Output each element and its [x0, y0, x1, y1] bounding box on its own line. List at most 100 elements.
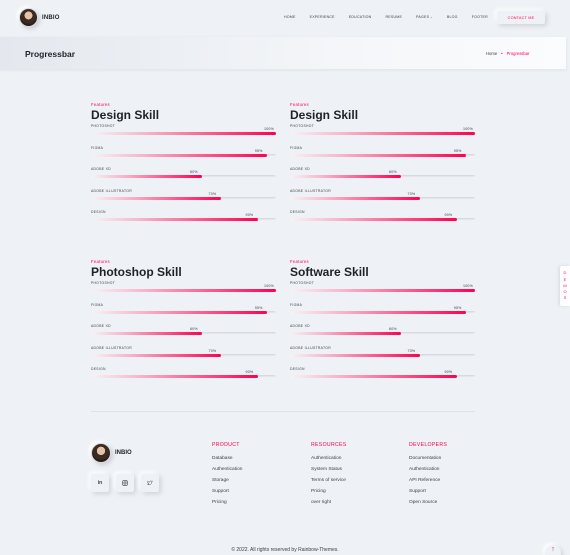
nav-blog[interactable]: BLOG	[447, 15, 458, 19]
footer-link[interactable]: Terms of service	[311, 478, 347, 489]
footer-link[interactable]: Authentication	[311, 456, 347, 467]
back-to-top-button[interactable]: ↑	[545, 545, 561, 555]
progress-track	[290, 375, 475, 379]
footer-col-title: RESOURCES	[311, 442, 347, 448]
breadcrumb-banner: Progressbar Home • Progressbar	[0, 37, 566, 69]
linkedin-icon[interactable]: in	[91, 474, 109, 492]
footer-col-product: PRODUCT Database Authentication Storage …	[212, 442, 242, 511]
demos-tab-letter: S	[563, 295, 567, 301]
skill-percent: 95%	[254, 148, 263, 153]
skill-row: ADOBE ILLUSTRATOR 70%	[91, 344, 276, 366]
progress-fill	[91, 289, 276, 292]
breadcrumb-home[interactable]: Home	[486, 51, 497, 56]
arrow-up-icon: ↑	[551, 546, 555, 553]
skill-row: ADOBE XD 60%	[91, 322, 276, 344]
footer-link[interactable]: over right	[311, 500, 347, 511]
footer-logo[interactable]: INBIO	[91, 443, 132, 463]
block-subtitle: Features	[91, 102, 110, 107]
block-title: Software Skill	[290, 265, 369, 279]
skill-row: ADOBE XD 60%	[290, 165, 475, 187]
skill-percent: 60%	[190, 327, 198, 332]
skill-label: ADOBE XD	[91, 167, 111, 172]
nav-resume[interactable]: RESUME	[385, 15, 402, 19]
avatar	[91, 443, 111, 463]
progress-fill	[290, 375, 457, 379]
skill-label: FIGMA	[290, 302, 303, 307]
skill-row: ADOBE ILLUSTRATOR 70%	[290, 344, 475, 366]
skill-percent: 90%	[444, 370, 453, 375]
skill-row: DESIGN 90%	[91, 365, 276, 387]
skill-percent: 100%	[463, 127, 473, 131]
skill-percent: 60%	[389, 327, 397, 332]
nav-pages[interactable]: PAGES⌄	[416, 15, 433, 19]
progress-track	[91, 353, 276, 357]
skill-percent: 95%	[453, 148, 462, 153]
skill-block: Features Design Skill PHOTOSHOT 100% FIGMA 95…	[290, 102, 475, 230]
contact-me-button[interactable]: CONTACT ME	[497, 11, 545, 24]
progress-track	[290, 175, 475, 179]
site-logo[interactable]: INBIO	[19, 8, 60, 27]
skill-block: Features Photoshop Skill PHOTOSHOT 100% FIGM…	[91, 259, 276, 387]
progress-fill	[91, 332, 202, 336]
skill-row: PHOTOSHOT 100%	[290, 279, 475, 301]
logo-text: INBIO	[42, 14, 60, 21]
progress-track	[91, 289, 276, 292]
skill-percent: 70%	[407, 348, 416, 353]
footer-link[interactable]: Storage	[212, 478, 242, 489]
nav-home[interactable]: HOME	[284, 15, 296, 19]
skill-percent: 70%	[407, 191, 416, 196]
progress-fill	[290, 353, 420, 357]
skill-label: ADOBE ILLUSTRATOR	[290, 188, 331, 193]
skill-row: FIGMA 95%	[290, 144, 475, 166]
page-title: Progressbar	[25, 49, 76, 59]
skill-label: FIGMA	[290, 145, 303, 150]
footer-link[interactable]: Authentication	[409, 467, 447, 478]
progress-track	[91, 310, 276, 314]
footer-link[interactable]: Pricing	[311, 489, 347, 500]
progress-track	[91, 132, 276, 135]
skill-label: ADOBE ILLUSTRATOR	[91, 188, 132, 193]
skill-row: DESIGN 90%	[290, 365, 475, 387]
footer-link[interactable]: Support	[212, 489, 242, 500]
progress-track	[290, 353, 475, 357]
progress-fill	[91, 132, 276, 135]
footer-link[interactable]: Open Source	[409, 500, 447, 511]
progress-track	[290, 132, 475, 135]
skill-percent: 100%	[264, 284, 274, 288]
progress-fill	[91, 153, 267, 157]
progress-track	[91, 375, 276, 379]
footer-link[interactable]: System Status	[311, 467, 347, 478]
footer-link[interactable]: Authentication	[212, 467, 242, 478]
footer-logo-text: INBIO	[115, 450, 132, 456]
instagram-icon[interactable]	[116, 474, 134, 492]
skill-label: DESIGN	[290, 210, 305, 215]
footer-link[interactable]: Documentation	[409, 456, 447, 467]
skill-label: FIGMA	[91, 145, 104, 150]
skill-row: ADOBE ILLUSTRATOR 70%	[91, 187, 276, 209]
skill-label: ADOBE XD	[91, 324, 111, 329]
nav-footer[interactable]: FOOTER	[472, 15, 488, 19]
skill-percent: 100%	[264, 127, 274, 131]
skill-row: ADOBE XD 60%	[91, 165, 276, 187]
chevron-down-icon: ⌄	[430, 15, 433, 19]
skill-row: FIGMA 95%	[91, 301, 276, 323]
skill-percent: 60%	[190, 170, 198, 175]
block-subtitle: Features	[91, 259, 110, 264]
skill-percent: 90%	[444, 213, 453, 218]
breadcrumb: Home • Progressbar	[486, 51, 529, 56]
progress-fill	[290, 289, 475, 292]
footer-link[interactable]: API Reference	[409, 478, 447, 489]
nav-education[interactable]: EDUCATION	[349, 15, 372, 19]
skill-block: Features Design Skill PHOTOSHOT 100% FIGMA 95…	[91, 102, 276, 230]
skill-percent: 95%	[453, 305, 462, 310]
progress-track	[91, 153, 276, 157]
skill-label: DESIGN	[91, 210, 106, 215]
footer-link[interactable]: Support	[409, 489, 447, 500]
nav-experience[interactable]: EXPERIENCE	[310, 15, 335, 19]
skill-label: PHOTOSHOT	[290, 124, 315, 128]
demos-side-tab[interactable]: DEMOS	[560, 266, 570, 306]
footer-link[interactable]: Database	[212, 456, 242, 467]
footer-link[interactable]: Pricing	[212, 500, 242, 511]
footer-col-title: DEVELOPERS	[409, 442, 448, 448]
twitter-icon[interactable]	[141, 474, 159, 492]
